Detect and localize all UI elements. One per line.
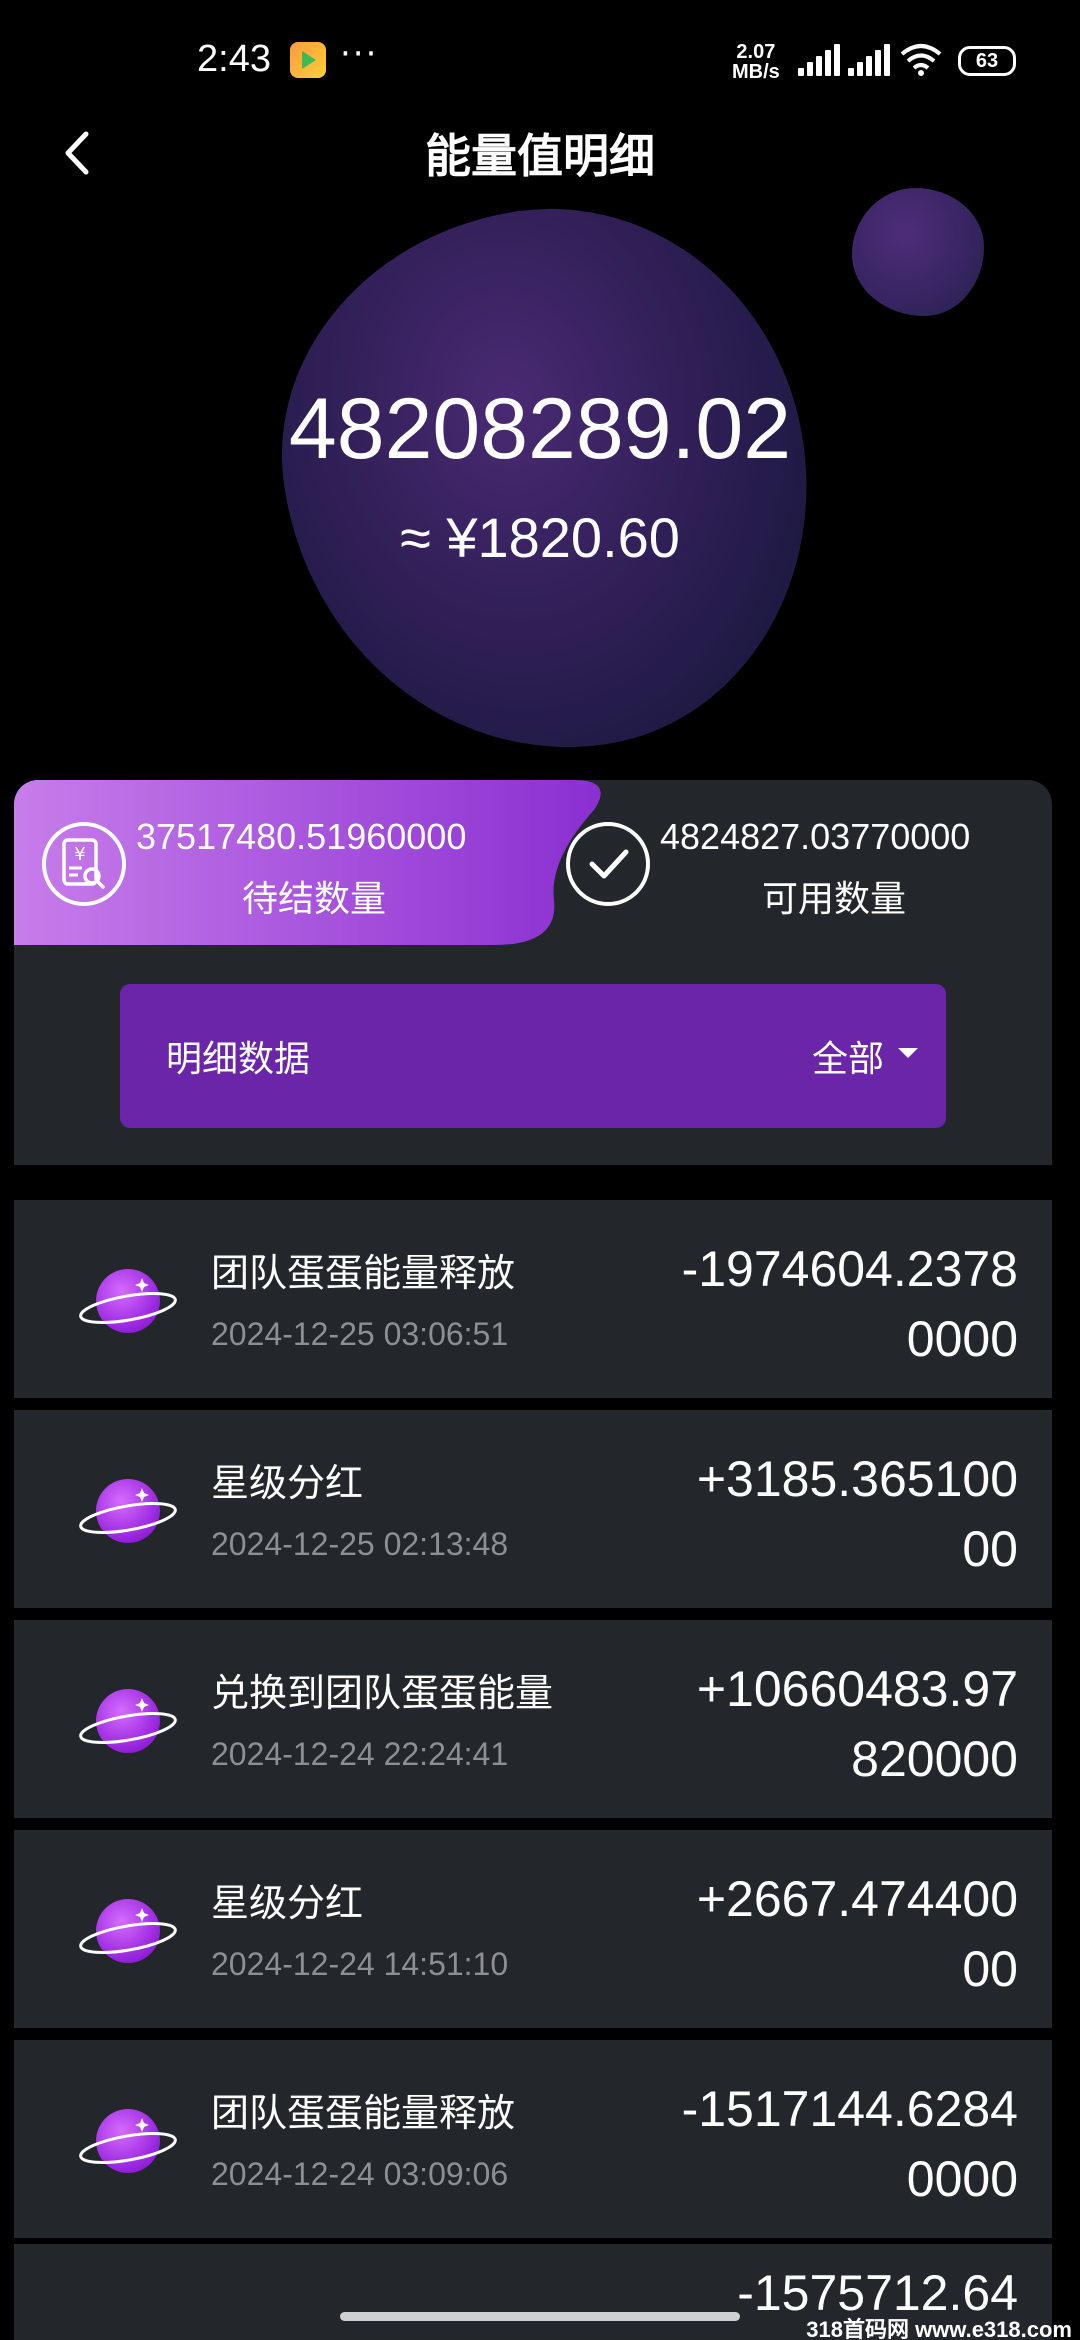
list-item[interactable]: 团队蛋蛋能量释放 2024-12-24 03:09:06 -1517144.6284… xyxy=(14,2040,1052,2238)
more-notifications-icon: ··· xyxy=(340,34,379,74)
detail-filter-bar: 明细数据 全部 xyxy=(120,984,946,1128)
wifi-icon xyxy=(900,44,942,76)
signal-1-icon xyxy=(796,44,840,76)
available-label: 可用数量 xyxy=(762,879,907,920)
planet-icon xyxy=(78,1466,178,1556)
decorative-blob xyxy=(250,176,842,784)
record-time: 2024-12-25 03:06:51 xyxy=(211,1316,509,1352)
decorative-blob-small xyxy=(852,188,984,316)
list-item[interactable]: 团队蛋蛋能量释放 2024-12-25 03:06:51 -1974604.2378… xyxy=(14,1200,1052,1398)
record-amount: +10660483.97820000 xyxy=(696,1661,1018,1787)
filter-dropdown[interactable]: 全部 xyxy=(812,1030,884,1082)
list-item[interactable]: 星级分红 2024-12-25 02:13:48 +3185.36510000 xyxy=(14,1410,1052,1608)
list-item[interactable]: 星级分红 2024-12-24 14:51:10 +2667.47440000 xyxy=(14,1830,1052,2028)
page-title: 能量值明细 xyxy=(425,129,655,183)
planet-icon xyxy=(78,2096,178,2186)
summary-card: ¥ 37517480.51960000 待结数量 4824827.0377000… xyxy=(14,780,1052,1165)
cny-equivalent: ≈ ¥1820.60 xyxy=(400,506,680,569)
network-speed-value: 2.07 xyxy=(736,41,776,63)
tab-pending[interactable]: ¥ 37517480.51960000 待结数量 xyxy=(14,780,614,945)
pending-value: 37517480.51960000 xyxy=(136,816,467,857)
available-value: 4824827.03770000 xyxy=(660,816,971,857)
video-app-icon xyxy=(290,42,326,78)
energy-balance: 48208289.02 xyxy=(288,381,792,477)
record-title: 星级分红 xyxy=(211,1461,364,1505)
svg-text:¥: ¥ xyxy=(74,844,85,865)
record-title: 星级分红 xyxy=(211,1881,364,1925)
pending-label: 待结数量 xyxy=(242,879,387,920)
record-amount: -1974604.23780000 xyxy=(681,1241,1018,1367)
planet-icon xyxy=(78,1676,178,1766)
record-amount: +2667.47440000 xyxy=(696,1871,1018,1997)
status-time: 2:43 xyxy=(197,38,271,80)
record-amount: -1517144.62840000 xyxy=(681,2081,1018,2207)
detail-title: 明细数据 xyxy=(166,1039,311,1080)
record-title: 团队蛋蛋能量释放 xyxy=(211,1251,516,1295)
planet-icon xyxy=(78,1256,178,1346)
record-amount: +3185.36510000 xyxy=(696,1451,1018,1577)
watermark: 318首码网 www.e318.com xyxy=(806,2317,1072,2340)
record-time: 2024-12-24 03:09:06 xyxy=(211,2156,509,2192)
dropdown-arrow-icon[interactable] xyxy=(898,1048,918,1058)
check-circle-icon xyxy=(566,822,650,906)
pending-settlement-icon: ¥ xyxy=(42,822,126,906)
record-title: 团队蛋蛋能量释放 xyxy=(211,2091,516,2135)
record-time: 2024-12-24 14:51:10 xyxy=(211,1946,509,1982)
battery-indicator: 63 xyxy=(958,46,1016,76)
home-indicator[interactable] xyxy=(340,2312,740,2321)
record-time: 2024-12-25 02:13:48 xyxy=(211,1526,509,1562)
list-item[interactable]: 兑换到团队蛋蛋能量 2024-12-24 22:24:41 +10660483.97… xyxy=(14,1620,1052,1818)
record-title: 兑换到团队蛋蛋能量 xyxy=(211,1671,554,1715)
network-speed-unit: MB/s xyxy=(732,61,780,83)
planet-icon xyxy=(78,1886,178,1976)
network-speed: 2.07 MB/s xyxy=(732,42,780,82)
record-time: 2024-12-24 22:24:41 xyxy=(211,1736,509,1772)
status-bar: 2:43 ··· 2.07 MB/s 63 xyxy=(0,0,1080,120)
signal-2-icon xyxy=(846,44,890,76)
